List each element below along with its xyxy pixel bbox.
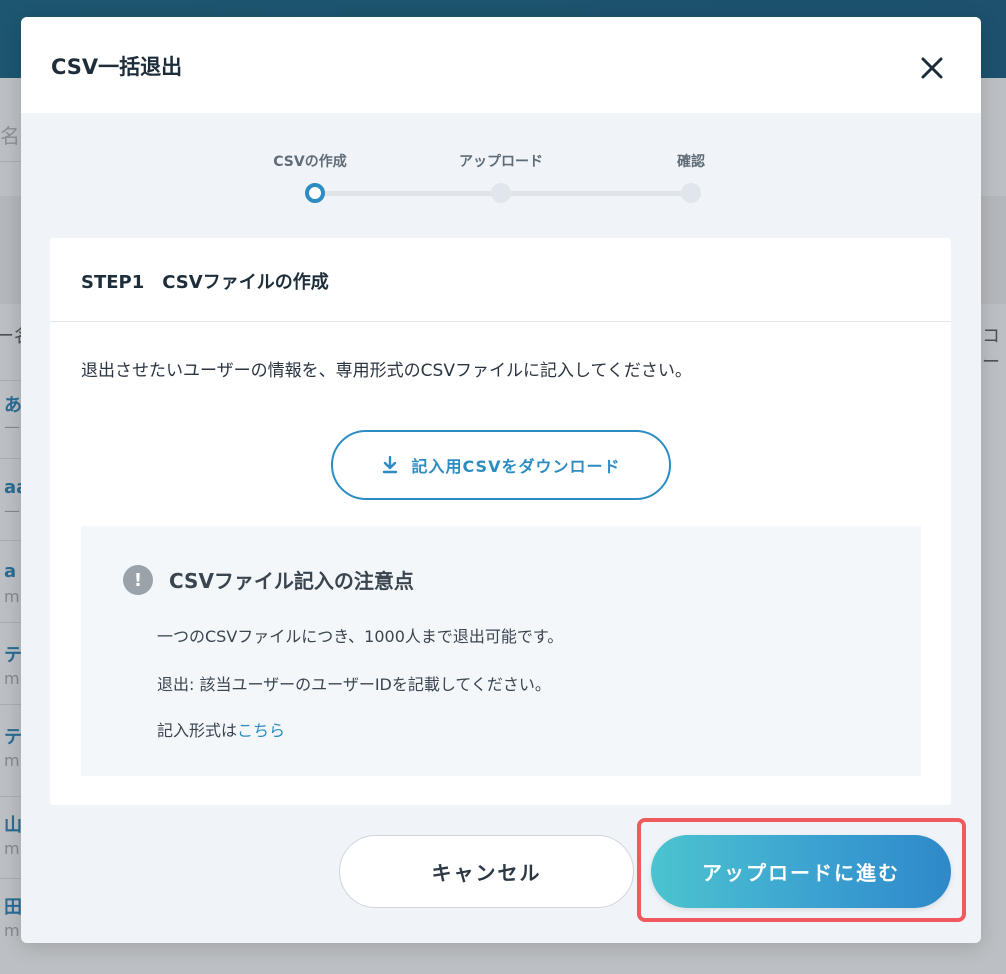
step-dot-upload <box>491 183 511 203</box>
exclamation-icon: ! <box>123 565 153 595</box>
progress-stepper: CSVの作成 アップロード 確認 <box>21 147 981 207</box>
download-icon <box>382 456 397 474</box>
bg-row-sub: m <box>4 751 20 770</box>
bg-row-sub: — <box>4 501 20 520</box>
csv-bulk-exit-modal: CSV一括退出 CSVの作成 アップロード 確認 STEP1 CSVファイルの作… <box>21 17 981 943</box>
step-dot-create <box>305 183 325 203</box>
bg-search-placeholder: 名 <box>0 124 20 148</box>
bg-row-sub: m <box>4 921 20 940</box>
modal-title: CSV一括退出 <box>51 55 183 79</box>
bg-row-sub: m <box>4 839 20 858</box>
note-line-limit: 一つのCSVファイルにつき、1000人まで退出可能です。 <box>157 627 564 646</box>
bg-row-name: 山 <box>4 815 22 836</box>
bg-row-name: テ <box>4 727 22 748</box>
close-button[interactable] <box>911 47 953 89</box>
bg-row-sub: m <box>4 669 20 688</box>
bg-row-name: a <box>4 561 17 582</box>
note-line-exit: 退出: 該当ユーザーのユーザーIDを記載してください。 <box>157 675 551 694</box>
stepper-line <box>501 191 691 196</box>
bg-row-sub: — <box>4 417 20 436</box>
step-dot-confirm <box>681 183 701 203</box>
note-format-prefix: 記入形式は <box>157 721 238 740</box>
note-line-format: 記入形式はこちら <box>157 717 285 741</box>
csv-notes-box: ! CSVファイル記入の注意点 一つのCSVファイルにつき、1000人まで退出可… <box>81 526 921 776</box>
bg-column-header-code: コー <box>982 326 1000 373</box>
step-title: STEP1 CSVファイルの作成 <box>81 272 329 293</box>
download-csv-label: 記入用CSVをダウンロード <box>411 457 621 476</box>
close-icon <box>921 57 943 79</box>
stepper-line <box>315 191 501 196</box>
modal-header: CSV一括退出 <box>21 17 981 113</box>
step-card: STEP1 CSVファイルの作成 退出させたいユーザーの情報を、専用形式のCSV… <box>50 238 951 805</box>
notes-title: CSVファイル記入の注意点 <box>169 569 414 593</box>
step-label-confirm: 確認 <box>677 154 705 170</box>
cancel-button[interactable]: キャンセル <box>339 835 634 908</box>
step-label-create: CSVの作成 <box>273 154 347 170</box>
proceed-to-upload-button[interactable]: アップロードに進む <box>651 835 951 908</box>
bg-row-name: テ <box>4 645 22 666</box>
bg-row-name: 田 <box>4 897 22 918</box>
bg-row-sub: m <box>4 587 20 606</box>
step-description: 退出させたいユーザーの情報を、専用形式のCSVファイルに記入してください。 <box>81 361 692 381</box>
card-divider <box>50 321 951 322</box>
bg-row-name: あ <box>4 395 22 416</box>
format-link[interactable]: こちら <box>237 721 285 740</box>
download-csv-button[interactable]: 記入用CSVをダウンロード <box>331 430 671 500</box>
step-label-upload: アップロード <box>459 154 543 170</box>
